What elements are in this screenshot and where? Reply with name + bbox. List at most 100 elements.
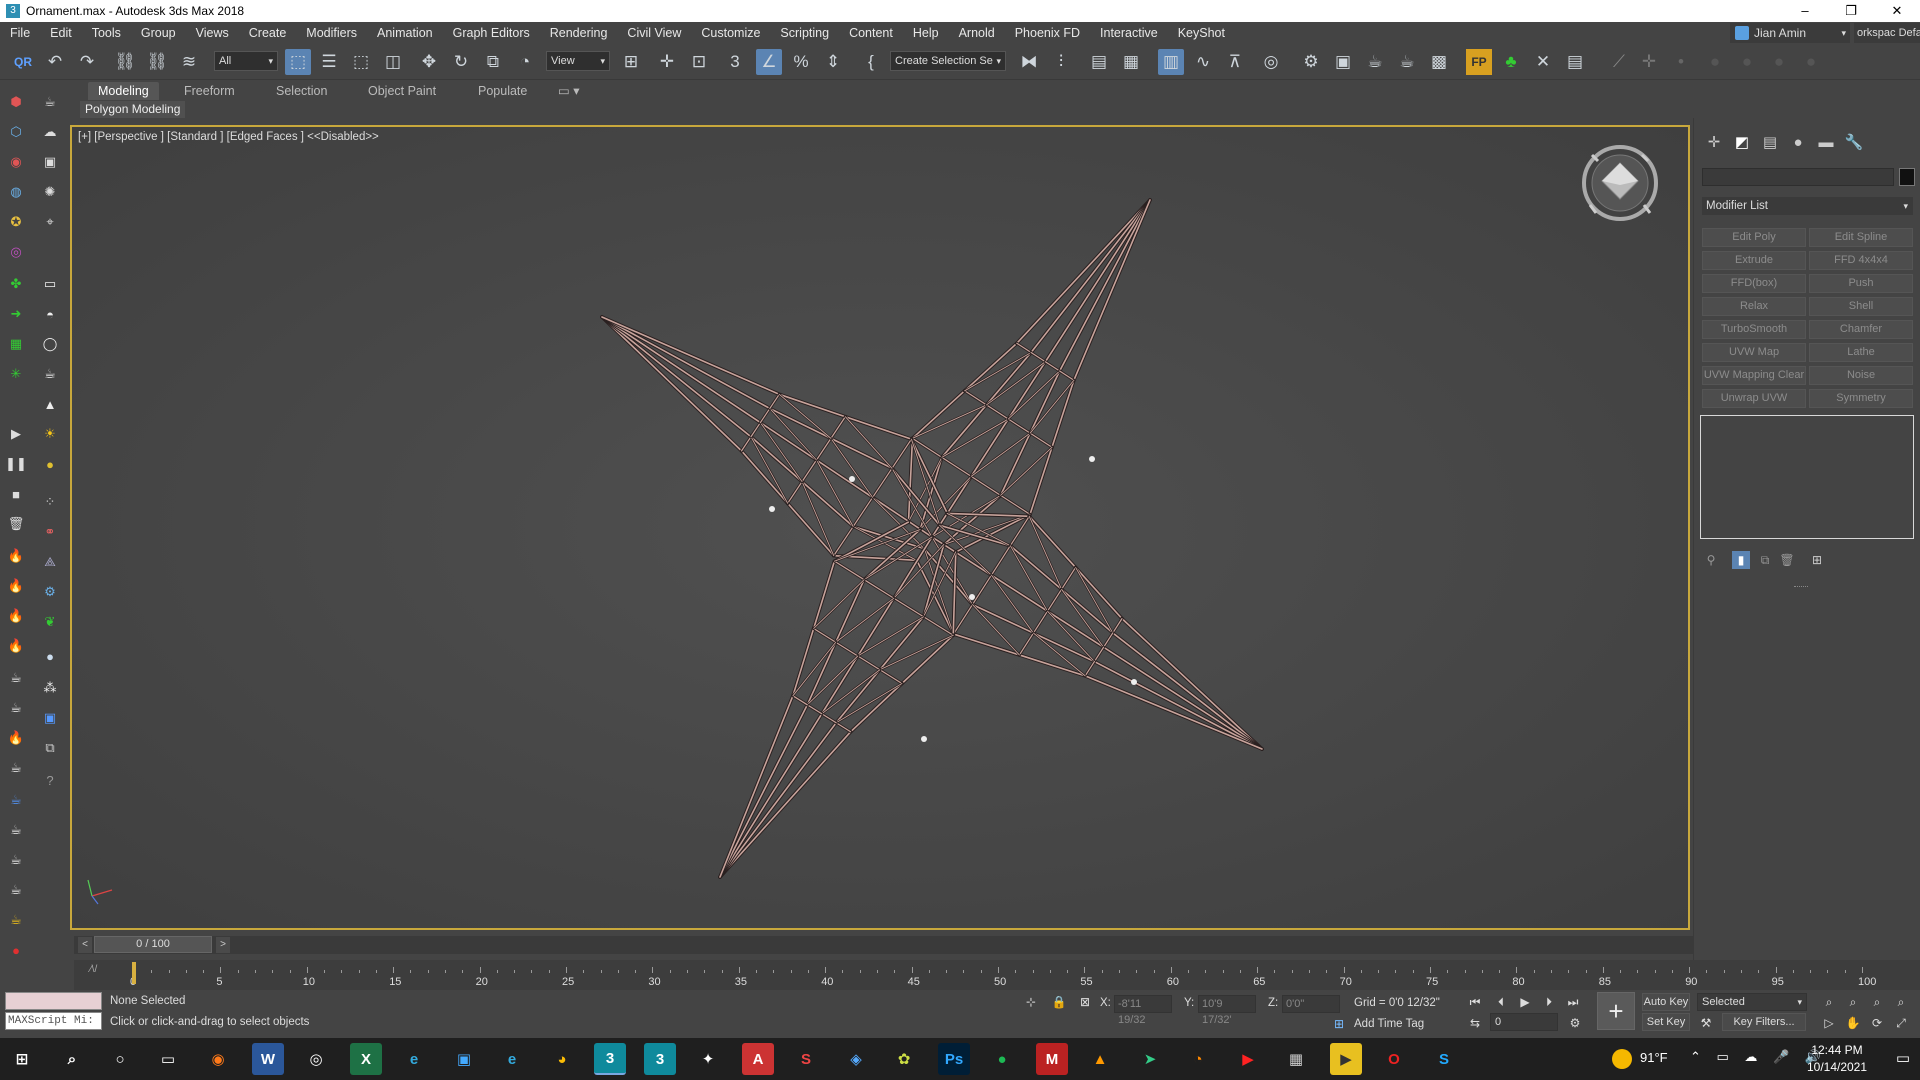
firefox-icon[interactable]: ◉	[202, 1043, 234, 1075]
sketchbook-icon[interactable]: ✦	[692, 1043, 724, 1075]
record-icon[interactable]: ●	[4, 938, 28, 962]
opera-icon[interactable]: O	[1378, 1043, 1410, 1075]
app-icon[interactable]: ✿	[888, 1043, 920, 1075]
go-to-end-icon[interactable]: ⏭	[1564, 993, 1582, 1011]
vlc-icon[interactable]: ▲	[1084, 1043, 1116, 1075]
configure-modifier-sets-icon[interactable]: ⊞	[1808, 551, 1826, 569]
maxscript-listener-output[interactable]	[5, 992, 102, 1010]
sun-icon[interactable]: ☀	[38, 422, 62, 446]
frame-icon[interactable]: ▣	[38, 150, 62, 174]
selection-lock-icon[interactable]: 🔒	[1050, 993, 1068, 1011]
edge-icon[interactable]: e	[398, 1043, 430, 1075]
railclone-icon[interactable]: ♣	[1498, 49, 1524, 75]
skype-icon[interactable]: S	[1428, 1043, 1460, 1075]
teapot-icon[interactable]: ☕	[4, 666, 28, 690]
play-icon[interactable]: ▶	[4, 422, 28, 446]
y-coordinate-field[interactable]: 10'9 17/32'	[1198, 995, 1256, 1026]
workspace-selector[interactable]: orkspac Defa	[1854, 23, 1920, 43]
modifier-button[interactable]: Lathe	[1809, 343, 1913, 362]
zoom-all-icon[interactable]: ⌕	[1844, 993, 1862, 1011]
menu-interactive[interactable]: Interactive	[1090, 26, 1168, 40]
render-activeshade-icon[interactable]: ▩	[1426, 49, 1452, 75]
modifier-button[interactable]: FFD(box)	[1702, 274, 1806, 293]
weather-temperature[interactable]: 91°F	[1640, 1050, 1668, 1065]
viewcube[interactable]	[1580, 143, 1660, 223]
absolute-mode-icon[interactable]: ⊠	[1076, 993, 1094, 1011]
menu-views[interactable]: Views	[186, 26, 239, 40]
modify-tab-icon[interactable]: ◩	[1730, 131, 1754, 153]
menu-tools[interactable]: Tools	[82, 26, 131, 40]
select-and-rotate-icon[interactable]: ↻	[448, 49, 474, 75]
render-teapot-icon[interactable]: ☕	[38, 90, 62, 114]
dome-icon[interactable]: ◓	[38, 302, 62, 326]
key-filters-button[interactable]: Key Filters...	[1722, 1013, 1806, 1031]
key-selection-set-dropdown[interactable]: Selected	[1697, 993, 1807, 1011]
modifier-button[interactable]: Edit Poly	[1702, 228, 1806, 247]
help-icon[interactable]: ?	[38, 768, 62, 792]
teapot-icon[interactable]: ☕	[38, 362, 62, 386]
undo-icon[interactable]: ↶	[42, 49, 68, 75]
set-keys-icon[interactable]: +	[1597, 992, 1635, 1030]
box-icon[interactable]: ⬢	[4, 90, 28, 114]
acrobat-icon[interactable]: A	[742, 1043, 774, 1075]
key-mode-toggle-icon[interactable]: ⇆	[1466, 1014, 1484, 1032]
modifier-button[interactable]: Push	[1809, 274, 1913, 293]
track-bar[interactable]: ⁄\/ 051015202530354045505560657075808590…	[74, 960, 1920, 990]
window-crossing-icon[interactable]: ◫	[380, 49, 406, 75]
layers-icon[interactable]: ⧉	[38, 736, 62, 760]
modifier-button[interactable]: UVW Map	[1702, 343, 1806, 362]
cortana-icon[interactable]: ○	[104, 1043, 136, 1075]
motion-tab-icon[interactable]: ●	[1786, 131, 1810, 153]
modifier-button[interactable]: TurboSmooth	[1702, 320, 1806, 339]
task-view-icon[interactable]: ▭	[152, 1043, 184, 1075]
modifier-button[interactable]: Shell	[1809, 297, 1913, 316]
menu-customize[interactable]: Customize	[691, 26, 770, 40]
tab-modeling[interactable]: Modeling	[88, 82, 159, 100]
display-tab-icon[interactable]: ▬	[1814, 131, 1838, 153]
time-configuration-icon[interactable]: ⚙	[1566, 1014, 1584, 1032]
reference-coordinate-dropdown[interactable]: View	[546, 51, 610, 71]
object-color-swatch[interactable]	[1899, 168, 1915, 186]
field-of-view-icon[interactable]: ▷	[1820, 1014, 1838, 1032]
network-icon[interactable]: ⟁	[38, 550, 62, 574]
word-icon[interactable]: W	[252, 1043, 284, 1075]
ribbon-options-icon[interactable]: ▭ ▾	[548, 82, 590, 100]
z-coordinate-field[interactable]: 0'0"	[1282, 995, 1340, 1013]
brush-icon[interactable]: ⟋	[1606, 49, 1632, 75]
menu-civil-view[interactable]: Civil View	[617, 26, 691, 40]
polygon-modeling-panel[interactable]: Polygon Modeling	[80, 101, 186, 118]
cloud-icon[interactable]: ☁	[38, 120, 62, 144]
time-slider[interactable]: < 0 / 100 >	[74, 936, 1694, 954]
menu-rendering[interactable]: Rendering	[540, 26, 618, 40]
trash-icon[interactable]: 🗑	[4, 512, 28, 536]
teapot-icon[interactable]: ☕	[4, 756, 28, 780]
fire-icon[interactable]: 🔥	[4, 574, 28, 598]
arrow-right-icon[interactable]: ➜	[4, 302, 28, 326]
cylinder-icon[interactable]: ◉	[4, 150, 28, 174]
teapot-icon[interactable]: ☕	[4, 818, 28, 842]
auto-key-button[interactable]: Auto Key	[1642, 993, 1690, 1011]
align-icon[interactable]: ⫶	[1048, 49, 1074, 75]
calculator-icon[interactable]: ▦	[1280, 1043, 1312, 1075]
menu-file[interactable]: File	[0, 26, 40, 40]
render-iterative-icon[interactable]: ☕	[1394, 49, 1420, 75]
ornament-wireframe-model[interactable]	[72, 127, 1688, 928]
fire-icon[interactable]: 🔥	[4, 726, 28, 750]
hierarchy-tab-icon[interactable]: ▤	[1758, 131, 1782, 153]
3ds-max-2-icon[interactable]: 3	[644, 1043, 676, 1075]
modifier-button[interactable]: Edit Spline	[1809, 228, 1913, 247]
next-frame-icon[interactable]: >	[216, 937, 230, 953]
pause-icon[interactable]: ❚❚	[4, 452, 28, 476]
photoshop-icon[interactable]: Ps	[938, 1043, 970, 1075]
tools-icon[interactable]: ✕	[1530, 49, 1556, 75]
create-tab-icon[interactable]: ✛	[1702, 131, 1726, 153]
rectangular-selection-icon[interactable]: ⬚	[348, 49, 374, 75]
resolve-icon[interactable]: ◈	[840, 1043, 872, 1075]
notifications-icon[interactable]: ▭	[1896, 1049, 1910, 1067]
curve-editor-icon[interactable]: ∿	[1190, 49, 1216, 75]
sphere-gold-icon[interactable]: ●	[38, 452, 62, 476]
percent-snap-icon[interactable]: %	[788, 49, 814, 75]
show-end-result-icon[interactable]: ▮	[1732, 551, 1750, 569]
menu-phoenix-fd[interactable]: Phoenix FD	[1005, 26, 1090, 40]
zoom-extents-icon[interactable]: ⌕	[1868, 993, 1886, 1011]
